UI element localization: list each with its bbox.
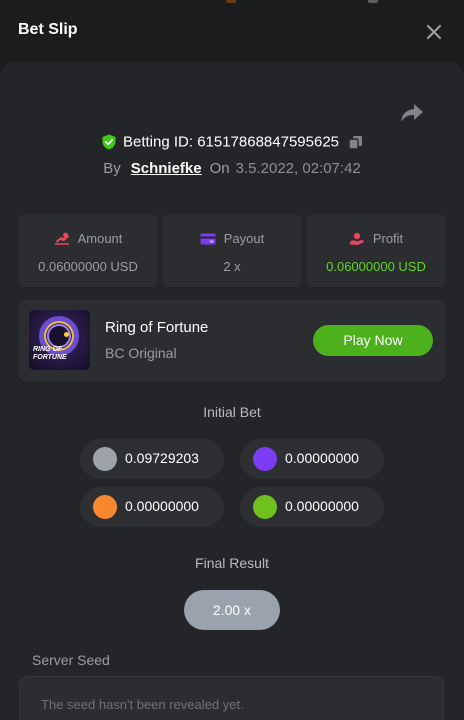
server-seed-text: The seed hasn't been revealed yet. (41, 697, 244, 712)
verified-shield-icon (102, 134, 116, 150)
game-logo-text: RING OF FORTUNE (33, 346, 67, 362)
coin-chip: 0.00000000 (80, 487, 224, 527)
stat-amount-label: Amount (77, 231, 123, 247)
game-logo-line-2: FORTUNE (33, 354, 67, 361)
game-card: RING OF FORTUNE Ring of Fortune BC Origin… (19, 300, 445, 381)
stat-amount-label-row: Amount (19, 230, 157, 246)
coin-amount: 0.00000000 (125, 498, 199, 514)
coin-icon (93, 447, 117, 471)
betting-id-row: Betting ID: 61517868847595625 (0, 133, 464, 153)
final-result-title: Final Result (195, 555, 269, 571)
stat-profit-value: 0.06000000 USD (326, 259, 426, 274)
stat-profit-label: Profit (372, 231, 404, 247)
coin-chip: 0.00000000 (240, 487, 384, 527)
stats-row: Amount 0.06000000 USD Payout 2 x Profit … (19, 214, 445, 287)
on-label: On (209, 160, 230, 177)
play-now-button[interactable]: Play Now (313, 325, 433, 356)
share-icon[interactable] (400, 102, 424, 124)
coin-icon (253, 495, 277, 519)
stat-profit: Profit 0.06000000 USD (307, 214, 445, 287)
bet-date: 3.5.2022, 02:07:42 (235, 160, 361, 177)
coin-icon (93, 495, 117, 519)
close-icon[interactable] (424, 22, 444, 42)
modal-header: Bet Slip (0, 0, 464, 62)
coin-icon (253, 447, 277, 471)
modal-title: Bet Slip (18, 21, 78, 38)
stat-payout-value: 2 x (223, 259, 241, 274)
game-logo-line-1: RING OF (33, 346, 63, 353)
coin-chip: 0.09729203 (80, 439, 224, 479)
stat-payout-label-row: Payout (163, 230, 301, 246)
username-link[interactable]: Schniefke (131, 160, 202, 177)
game-subtitle: BC Original (105, 345, 177, 361)
coin-amount: 0.00000000 (285, 498, 359, 514)
copy-icon[interactable] (348, 135, 363, 150)
coin-chip: 0.00000000 (240, 439, 384, 479)
amount-icon (54, 232, 69, 245)
stat-amount-value: 0.06000000 USD (38, 259, 138, 274)
stat-payout-label: Payout (223, 231, 265, 247)
final-result-badge: 2.00 x (184, 590, 280, 630)
server-seed-box: The seed hasn't been revealed yet. (19, 676, 444, 720)
game-name: Ring of Fortune (105, 319, 209, 336)
by-label: By (103, 160, 121, 177)
profit-icon (349, 232, 364, 245)
stat-payout: Payout 2 x (163, 214, 301, 287)
wheel-pointer-graphic (64, 332, 69, 337)
betting-id-value: 61517868847595625 (197, 133, 340, 151)
initial-bet-title: Initial Bet (203, 404, 261, 420)
coin-amount: 0.09729203 (125, 450, 199, 466)
coin-amount: 0.00000000 (285, 450, 359, 466)
game-thumbnail: RING OF FORTUNE (29, 310, 90, 370)
bet-author-row: By Schniefke On 3.5.2022, 02:07:42 (0, 160, 464, 180)
payout-icon (200, 233, 216, 245)
betting-id-label: Betting ID: (122, 133, 194, 151)
server-seed-label: Server Seed (32, 652, 110, 668)
stat-profit-label-row: Profit (307, 230, 445, 246)
stat-amount: Amount 0.06000000 USD (19, 214, 157, 287)
